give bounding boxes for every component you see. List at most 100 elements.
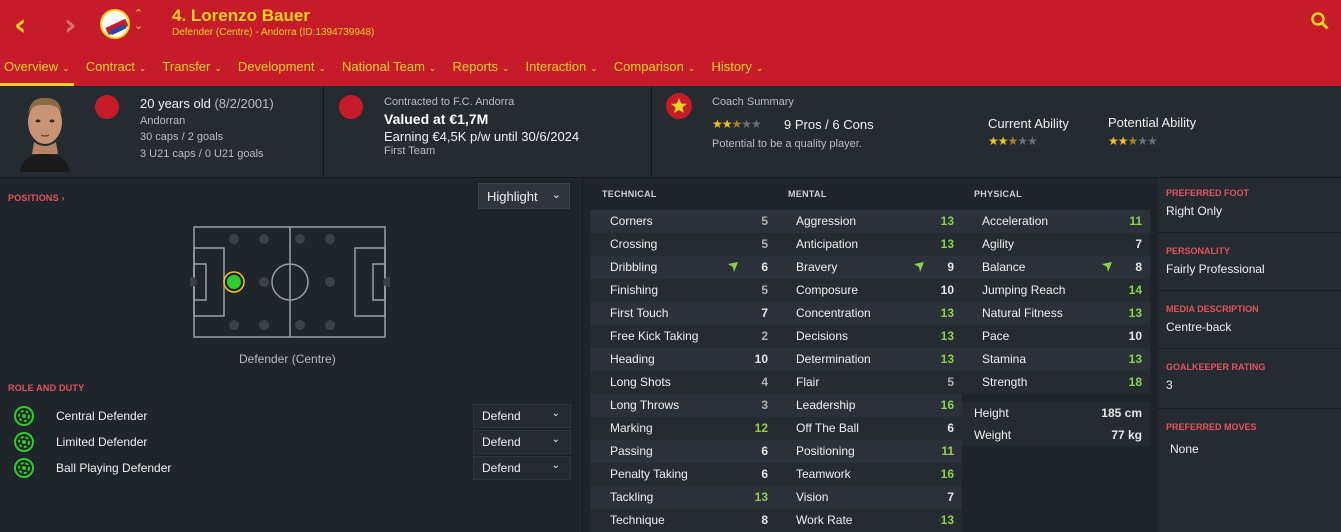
- attribute-row[interactable]: Jumping Reach 14: [962, 279, 1150, 302]
- attribute-name: Positioning: [796, 444, 855, 458]
- search-icon[interactable]: [1311, 12, 1329, 30]
- tab-label: National Team: [342, 59, 425, 74]
- attribute-row[interactable]: Flair 5: [776, 371, 962, 394]
- attribute-value: 10: [754, 352, 768, 366]
- attribute-row[interactable]: Teamwork 16: [776, 463, 962, 486]
- attribute-row[interactable]: Tackling 13: [590, 486, 776, 509]
- duty-dropdown[interactable]: Defend ⌄: [473, 430, 571, 454]
- attribute-row[interactable]: Vision 7: [776, 486, 962, 509]
- tab-overview[interactable]: Overview ⌄: [0, 58, 74, 86]
- positions-link[interactable]: POSITIONS ›: [8, 193, 65, 203]
- attribute-row[interactable]: Decisions 13: [776, 325, 962, 348]
- tab-bar: Overview ⌄ Contract ⌄ Transfer ⌄ Development ⌄ N…: [0, 58, 775, 86]
- attribute-row[interactable]: Technique 8: [590, 509, 776, 532]
- attribute-row[interactable]: Strength 18: [962, 371, 1150, 394]
- attribute-name: Flair: [796, 375, 820, 389]
- attribute-row[interactable]: Bravery 9: [776, 256, 962, 279]
- role-suitability-icon: [14, 458, 34, 478]
- attribute-row[interactable]: Finishing 5: [590, 279, 776, 302]
- attribute-row[interactable]: Pace 10: [962, 325, 1150, 348]
- coach-star-rating: ★★★★★: [712, 117, 762, 131]
- tab-national-team[interactable]: National Team ⌄: [338, 58, 440, 86]
- attribute-row[interactable]: Free Kick Taking 2: [590, 325, 776, 348]
- attribute-name: Balance: [982, 260, 1026, 274]
- role-name: Ball Playing Defender: [56, 461, 172, 475]
- coach-star-icon: [666, 93, 692, 119]
- attribute-row[interactable]: Heading 10: [590, 348, 776, 371]
- back-button[interactable]: ‹: [14, 8, 26, 43]
- attribute-value: 3: [761, 398, 768, 412]
- club-switch-icon[interactable]: ⌃ ⌄: [134, 8, 143, 32]
- personality: PERSONALITY Fairly Professional: [1166, 246, 1265, 276]
- player-caps: 30 caps / 2 goals: [140, 131, 224, 143]
- attribute-row[interactable]: Dribbling 6: [590, 256, 776, 279]
- attribute-value: 13: [940, 352, 954, 366]
- chevron-down-icon: ⌄: [428, 64, 437, 74]
- media-description: MEDIA DESCRIPTION Centre-back: [1166, 304, 1259, 334]
- position-name: Defender (Centre): [239, 352, 336, 366]
- attribute-row[interactable]: Composure 10: [776, 279, 962, 302]
- duty-dropdown[interactable]: Defend ⌄: [473, 456, 571, 480]
- player-u21-caps: 3 U21 caps / 0 U21 goals: [140, 148, 264, 160]
- squad-status: First Team: [384, 145, 436, 157]
- attribute-name: Heading: [610, 352, 655, 366]
- coach-summary-text: Potential to be a quality player.: [712, 138, 862, 150]
- tab-interaction[interactable]: Interaction ⌄: [522, 58, 602, 86]
- goalkeeper-rating: GOALKEEPER RATING 3: [1166, 362, 1266, 392]
- attribute-name: Long Shots: [610, 375, 671, 389]
- potential-ability-stars: ★★★★★: [1108, 134, 1158, 148]
- attribute-row[interactable]: Natural Fitness 13: [962, 302, 1150, 325]
- tab-development[interactable]: Development ⌄: [234, 58, 330, 86]
- attribute-value: 13: [940, 214, 954, 228]
- tab-transfer[interactable]: Transfer ⌄: [158, 58, 225, 86]
- attribute-row[interactable]: Positioning 11: [776, 440, 962, 463]
- attribute-row[interactable]: Concentration 13: [776, 302, 962, 325]
- attribute-row[interactable]: Work Rate 13: [776, 509, 962, 532]
- attribute-row[interactable]: Determination 13: [776, 348, 962, 371]
- attribute-row[interactable]: Crossing 5: [590, 233, 776, 256]
- club-logo[interactable]: [100, 9, 130, 39]
- duty-label: Defend: [482, 435, 521, 449]
- attribute-row[interactable]: Passing 6: [590, 440, 776, 463]
- attribute-row[interactable]: Anticipation 13: [776, 233, 962, 256]
- tab-label: Interaction: [525, 59, 587, 74]
- details-panel: PREFERRED FOOT Right Only PERSONALITY Fa…: [1158, 178, 1341, 532]
- attribute-value: 8: [761, 513, 768, 527]
- tab-comparison[interactable]: Comparison ⌄: [610, 58, 700, 86]
- tab-reports[interactable]: Reports ⌄: [448, 58, 513, 86]
- player-nationality: Andorran: [140, 115, 186, 127]
- duty-dropdown[interactable]: Defend ⌄: [473, 404, 571, 428]
- attribute-value: 5: [947, 375, 954, 389]
- attribute-value: 6: [761, 467, 768, 481]
- attribute-row[interactable]: Balance 8: [962, 256, 1150, 279]
- attribute-row[interactable]: Leadership 16: [776, 394, 962, 417]
- duty-label: Defend: [482, 409, 521, 423]
- attribute-row[interactable]: Corners 5: [590, 210, 776, 233]
- attribute-row[interactable]: First Touch 7: [590, 302, 776, 325]
- height-row: Height 185 cm: [962, 402, 1150, 424]
- attribute-value: 13: [940, 513, 954, 527]
- attribute-row[interactable]: Long Throws 3: [590, 394, 776, 417]
- attribute-row[interactable]: Penalty Taking 6: [590, 463, 776, 486]
- attribute-name: Composure: [796, 283, 859, 297]
- attribute-name: Marking: [610, 421, 653, 435]
- attribute-row[interactable]: Agility 7: [962, 233, 1150, 256]
- attribute-row[interactable]: Marking 12: [590, 417, 776, 440]
- forward-button[interactable]: ›: [64, 8, 76, 43]
- tab-contract[interactable]: Contract ⌄: [82, 58, 151, 86]
- attribute-value: 2: [761, 329, 768, 343]
- attribute-row[interactable]: Off The Ball 6: [776, 417, 962, 440]
- attribute-name: Jumping Reach: [982, 283, 1066, 297]
- tab-history[interactable]: History ⌄: [707, 58, 767, 86]
- highlight-dropdown[interactable]: Highlight ⌄: [478, 183, 570, 209]
- attribute-row[interactable]: Long Shots 4: [590, 371, 776, 394]
- attribute-row[interactable]: Stamina 13: [962, 348, 1150, 371]
- role-suitability-icon: [14, 406, 34, 426]
- tab-label: Transfer: [162, 59, 211, 74]
- header-bar: ‹ › ⌃ ⌄ 4. Lorenzo Bauer Defender (Centre…: [0, 0, 1341, 86]
- pros-cons: 9 Pros / 6 Cons: [784, 117, 874, 132]
- attribute-row[interactable]: Aggression 13: [776, 210, 962, 233]
- attribute-value: 6: [947, 421, 954, 435]
- attribute-row[interactable]: Acceleration 11: [962, 210, 1150, 233]
- attribute-value: 6: [761, 260, 768, 274]
